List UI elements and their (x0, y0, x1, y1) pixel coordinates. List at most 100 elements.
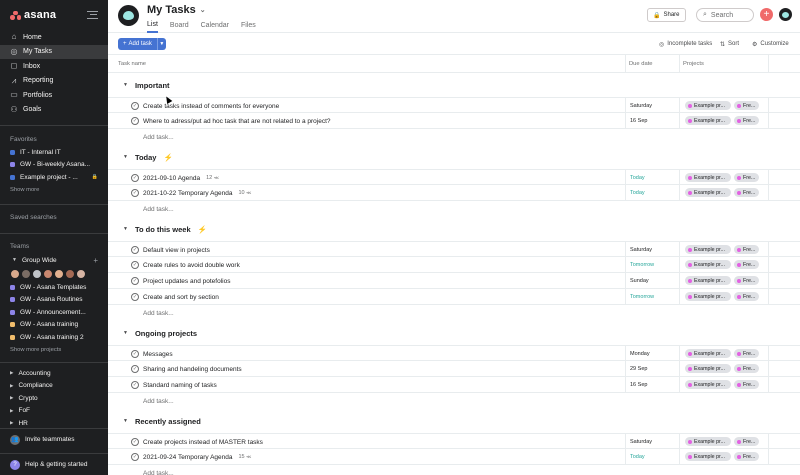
task-name[interactable]: Create rules to avoid double work (143, 257, 240, 273)
user-avatar[interactable] (779, 8, 792, 21)
avatar[interactable] (54, 268, 64, 279)
complete-check-icon[interactable]: ✓ (131, 350, 139, 358)
project-tag[interactable]: Example pr... (685, 452, 731, 461)
avatar[interactable] (43, 268, 53, 279)
table-row[interactable]: ✓ 2021-09-10 Agenda 12 ⪻ Today Example pr...… (108, 169, 800, 185)
project-tag[interactable]: Example pr... (685, 260, 731, 269)
avatar[interactable] (10, 268, 20, 279)
section-header[interactable]: ▼ Recently assigned (108, 409, 800, 433)
favorite-item[interactable]: Example project - ... 🔒 (0, 171, 108, 184)
section-header[interactable]: ▼ To do this week ⚡ (108, 217, 800, 241)
due-date[interactable]: Today (630, 185, 645, 201)
project-tag[interactable]: Example pr... (685, 276, 731, 285)
project-tag[interactable]: Fre... (734, 101, 759, 110)
table-row[interactable]: ✓ Project updates and potefolios Sunday Exa… (108, 273, 800, 289)
team-project-item[interactable]: GW - Announcement... (0, 306, 108, 319)
sidebar-item-home[interactable]: ⌂ Home (0, 30, 108, 45)
due-date[interactable]: Saturday (630, 434, 652, 450)
caret-down-icon[interactable]: ▼ (123, 418, 128, 424)
subtask-count[interactable]: 15 ⪻ (239, 454, 252, 461)
project-tag[interactable]: Fre... (734, 437, 759, 446)
table-row[interactable]: ✓ Sharing and handeling documents 29 Sep Ex… (108, 361, 800, 377)
caret-down-icon[interactable]: ▼ (123, 330, 128, 336)
add-team-project-icon[interactable]: + (93, 256, 98, 265)
project-tag[interactable]: Fre... (734, 245, 759, 254)
caret-down-icon[interactable]: ▼ (123, 82, 128, 88)
task-name[interactable]: Messages (143, 346, 173, 362)
complete-check-icon[interactable]: ✓ (131, 453, 139, 461)
project-tag[interactable]: Example pr... (685, 437, 731, 446)
project-tag[interactable]: Example pr... (685, 349, 731, 358)
team-project-item[interactable]: GW - Asana Routines (0, 293, 108, 306)
add-task-link[interactable]: Add task... (108, 465, 800, 475)
sort-button[interactable]: ⇅ Sort (720, 38, 739, 50)
search-input[interactable]: ⌕ Search (696, 8, 754, 22)
team-project-item[interactable]: GW - Asana training 2 (0, 331, 108, 344)
saved-searches-heading[interactable]: Saved searches (0, 211, 108, 225)
avatar[interactable] (21, 268, 31, 279)
team-group-wide[interactable]: ▼ Group Wide + (0, 254, 108, 267)
help-button[interactable]: ? Help & getting started (0, 453, 108, 475)
add-task-dropdown-icon[interactable]: ▼ (156, 38, 166, 50)
sidebar-item-inbox[interactable]: ◻ Inbox (0, 59, 108, 74)
incomplete-tasks-filter[interactable]: ◎ Incomplete tasks (659, 38, 712, 50)
add-task-link[interactable]: Add task... (108, 201, 800, 217)
table-row[interactable]: ✓ Default view in projects Saturday Example… (108, 241, 800, 257)
project-tag[interactable]: Fre... (734, 452, 759, 461)
invite-teammates-button[interactable]: 👥 Invite teammates (0, 428, 108, 450)
tab-files[interactable]: Files (241, 18, 256, 33)
avatar[interactable] (65, 268, 75, 279)
due-date[interactable]: Sunday (630, 273, 649, 289)
project-tag[interactable]: Example pr... (685, 188, 731, 197)
task-name[interactable]: Create and sort by section (143, 289, 219, 305)
table-row[interactable]: ✓ Create and sort by section Tomorrow Examp… (108, 289, 800, 305)
complete-check-icon[interactable]: ✓ (131, 174, 139, 182)
due-date[interactable]: 16 Sep (630, 113, 647, 129)
task-name[interactable]: 2021-10-22 Temporary Agenda 10 ⪻ (143, 185, 251, 201)
due-date[interactable]: Today (630, 449, 645, 465)
due-date[interactable]: Tomorrow (630, 257, 654, 273)
section-header[interactable]: ▼ Today ⚡ (108, 145, 800, 169)
table-row[interactable]: ✓ Create tasks instead of comments for ev… (108, 97, 800, 113)
due-date[interactable]: 16 Sep (630, 377, 647, 393)
due-date[interactable]: 29 Sep (630, 361, 647, 377)
task-name[interactable]: Project updates and potefolios (143, 273, 230, 289)
project-tag[interactable]: Fre... (734, 173, 759, 182)
complete-check-icon[interactable]: ✓ (131, 365, 139, 373)
team-item[interactable]: ▶ Accounting (0, 367, 108, 380)
favorites-show-more[interactable]: Show more (0, 184, 108, 196)
add-task-button[interactable]: + Add task ▼ (118, 38, 166, 50)
sidebar-item-portfolios[interactable]: ▭ Portfolios (0, 88, 108, 103)
team-item[interactable]: ▶ FoF (0, 405, 108, 418)
favorite-item[interactable]: GW - Bi-weekly Asana... (0, 159, 108, 172)
task-name[interactable]: Create tasks instead of comments for eve… (143, 98, 279, 114)
table-row[interactable]: ✓ 2021-09-24 Temporary Agenda 15 ⪻ Today Exa… (108, 449, 800, 465)
project-tag[interactable]: Fre... (734, 276, 759, 285)
sidebar-item-reporting[interactable]: ⩘ Reporting (0, 74, 108, 89)
due-date[interactable]: Saturday (630, 242, 652, 258)
page-title[interactable]: My Tasks ⌄ (147, 4, 206, 16)
asana-logo[interactable]: asana (10, 9, 56, 21)
table-row[interactable]: ✓ Create rules to avoid double work Tomorr… (108, 257, 800, 273)
section-header[interactable]: ▼ Important (108, 73, 800, 97)
avatar[interactable] (76, 268, 86, 279)
project-tag[interactable]: Fre... (734, 292, 759, 301)
favorites-heading[interactable]: Favorites (0, 132, 108, 146)
team-project-item[interactable]: GW - Asana Templates (0, 281, 108, 294)
project-tag[interactable]: Fre... (734, 188, 759, 197)
quick-add-button[interactable]: + (760, 8, 773, 21)
table-row[interactable]: ✓ Create projects instead of MASTER tasks… (108, 433, 800, 449)
project-tag[interactable]: Fre... (734, 349, 759, 358)
add-task-link[interactable]: Add task... (108, 129, 800, 145)
team-show-more[interactable]: Show more projects (0, 344, 108, 356)
section-header[interactable]: ▼ Ongoing projects (108, 321, 800, 345)
customize-button[interactable]: ⚙ Customize (752, 38, 789, 50)
subtask-count[interactable]: 12 ⪻ (206, 175, 219, 182)
subtask-count[interactable]: 10 ⪻ (239, 190, 252, 197)
project-tag[interactable]: Fre... (734, 260, 759, 269)
due-date[interactable]: Today (630, 170, 645, 186)
due-date[interactable]: Saturday (630, 98, 652, 114)
project-tag[interactable]: Example pr... (685, 380, 731, 389)
chevron-down-icon[interactable]: ⌄ (200, 6, 206, 14)
due-date[interactable]: Monday (630, 346, 650, 362)
